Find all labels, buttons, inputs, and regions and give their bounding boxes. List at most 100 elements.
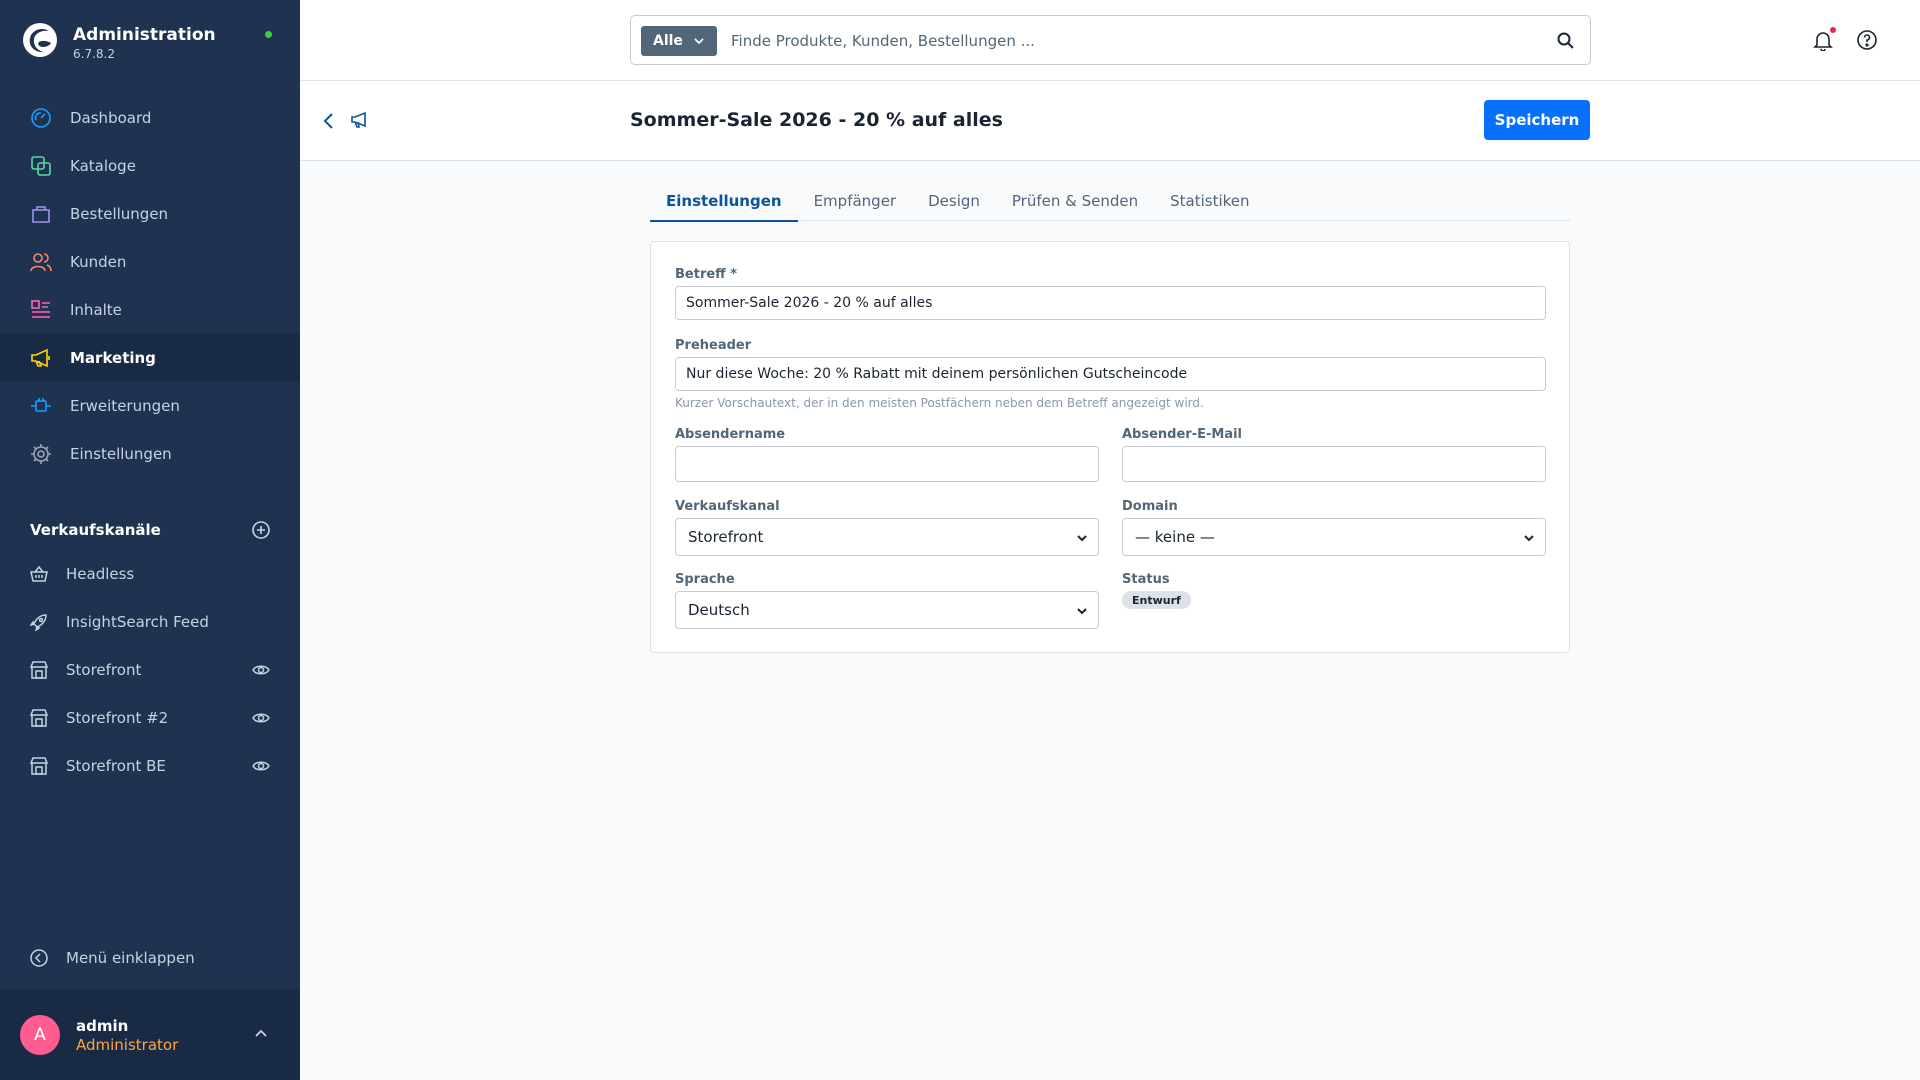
search-type-label: Alle: [653, 33, 683, 49]
sidebar-item-label: Marketing: [70, 349, 156, 367]
tab-pruefen-senden[interactable]: Prüfen & Senden: [996, 181, 1154, 221]
chevron-down-icon: [694, 38, 704, 45]
status-indicator: [265, 31, 272, 38]
content-list-icon: [30, 299, 52, 321]
eye-icon[interactable]: [252, 758, 270, 774]
brand: Administration 6.7.8.2: [22, 22, 298, 66]
app-title: Administration: [73, 25, 216, 45]
sidebar: Administration 6.7.8.2 Dashboard Katalog…: [0, 0, 300, 1080]
collapse-menu-label: Menü einklappen: [66, 949, 195, 967]
sidebar-item-label: Inhalte: [70, 301, 122, 319]
sidebar-item-label: Kataloge: [70, 157, 136, 175]
sender-name-input[interactable]: [675, 446, 1099, 482]
language-value: Deutsch: [688, 601, 750, 619]
domain-select[interactable]: — keine —: [1122, 518, 1546, 556]
help-icon[interactable]: [1856, 29, 1878, 51]
basket-icon: [30, 565, 48, 583]
sidebar-item-einstellungen[interactable]: Einstellungen: [0, 430, 300, 478]
user-name: admin: [76, 1017, 129, 1035]
eye-icon[interactable]: [252, 662, 270, 678]
status-badge: Entwurf: [1122, 591, 1191, 609]
dashboard-gauge-icon: [30, 107, 52, 129]
sales-channel-headless[interactable]: Headless: [0, 550, 300, 598]
app-version: 6.7.8.2: [73, 47, 115, 61]
sidebar-item-label: Erweiterungen: [70, 397, 180, 415]
settings-card: Betreff * Preheader Kurzer Vorschautext,…: [650, 241, 1570, 653]
storefront-icon: [30, 709, 48, 727]
notification-dot: [1830, 27, 1836, 33]
shopware-logo-icon: [23, 23, 57, 57]
sidebar-item-label: Einstellungen: [70, 445, 172, 463]
rocket-icon: [30, 613, 48, 631]
preheader-hint: Kurzer Vorschautext, der in den meisten …: [675, 396, 1204, 410]
sales-channel-storefront-2[interactable]: Storefront #2: [0, 694, 300, 742]
back-chevron-icon[interactable]: [320, 110, 338, 132]
sidebar-item-dashboard[interactable]: Dashboard: [0, 94, 300, 142]
sales-channel-select[interactable]: Storefront: [675, 518, 1099, 556]
top-bar: Alle: [300, 0, 1920, 81]
extensions-plug-icon: [30, 395, 52, 417]
sales-channel-label: Storefront BE: [66, 757, 166, 775]
sales-channel-insightsearch[interactable]: InsightSearch Feed: [0, 598, 300, 646]
sales-channel-storefront[interactable]: Storefront: [0, 646, 300, 694]
sender-name-label: Absendername: [675, 427, 786, 442]
sender-email-input[interactable]: [1122, 446, 1546, 482]
tab-statistiken[interactable]: Statistiken: [1154, 181, 1265, 221]
megaphone-icon: [351, 111, 366, 128]
page-title: Sommer-Sale 2026 - 20 % auf alles: [630, 109, 1003, 131]
subject-label: Betreff *: [675, 267, 738, 282]
preheader-label: Preheader: [675, 338, 752, 353]
sales-channel-label: Storefront #2: [66, 709, 169, 727]
sidebar-item-bestellungen[interactable]: Bestellungen: [0, 190, 300, 238]
campaign-tabs: Einstellungen Empfänger Design Prüfen & …: [650, 181, 1570, 222]
sales-channel-label: Headless: [66, 565, 135, 583]
subject-input[interactable]: [675, 286, 1546, 320]
eye-icon[interactable]: [252, 710, 270, 726]
sidebar-item-inhalte[interactable]: Inhalte: [0, 286, 300, 334]
sales-channels-title: Verkaufskanäle: [30, 521, 161, 539]
sales-channel-label: Storefront: [66, 661, 142, 679]
sales-channel-storefront-be[interactable]: Storefront BE: [0, 742, 300, 790]
language-label: Sprache: [675, 572, 735, 587]
language-select[interactable]: Deutsch: [675, 591, 1099, 629]
search-icon[interactable]: [1556, 31, 1576, 51]
sales-channels-header: Verkaufskanäle: [30, 520, 270, 540]
status-label: Status: [1122, 572, 1170, 587]
sidebar-item-label: Dashboard: [70, 109, 152, 127]
sales-channel-label: InsightSearch Feed: [66, 613, 209, 631]
add-sales-channel-icon[interactable]: [252, 521, 270, 539]
sidebar-item-marketing[interactable]: Marketing: [0, 334, 300, 382]
orders-bag-icon: [30, 203, 52, 225]
search-input[interactable]: [731, 26, 1531, 56]
sales-channels-list: Headless InsightSearch Feed Storefront S…: [0, 550, 300, 790]
user-role: Administrator: [76, 1036, 179, 1054]
storefront-icon: [30, 757, 48, 775]
avatar: A: [20, 1015, 60, 1055]
tab-empfaenger[interactable]: Empfänger: [798, 181, 913, 221]
sidebar-item-label: Kunden: [70, 253, 127, 271]
chevron-up-icon[interactable]: [253, 1026, 269, 1042]
sidebar-item-kunden[interactable]: Kunden: [0, 238, 300, 286]
global-search: Alle: [630, 15, 1591, 65]
sidebar-item-erweiterungen[interactable]: Erweiterungen: [0, 382, 300, 430]
domain-label: Domain: [1122, 499, 1178, 514]
tab-design[interactable]: Design: [912, 181, 996, 221]
collapse-chevron-icon: [30, 949, 48, 967]
search-type-dropdown[interactable]: Alle: [641, 26, 717, 56]
main-navigation: Dashboard Kataloge Bestellungen Kunden I…: [0, 94, 300, 478]
page-header: Sommer-Sale 2026 - 20 % auf alles Speich…: [300, 81, 1920, 161]
tab-einstellungen[interactable]: Einstellungen: [650, 181, 798, 222]
save-button[interactable]: Speichern: [1484, 100, 1590, 140]
preheader-input[interactable]: [675, 357, 1546, 391]
sidebar-item-label: Bestellungen: [70, 205, 169, 223]
sales-channel-value: Storefront: [688, 528, 764, 546]
storefront-icon: [30, 661, 48, 679]
chevron-down-icon: [1077, 535, 1087, 542]
domain-value: — keine —: [1135, 528, 1215, 546]
sales-channel-label: Verkaufskanal: [675, 499, 780, 514]
sidebar-item-kataloge[interactable]: Kataloge: [0, 142, 300, 190]
settings-gear-icon: [30, 443, 52, 465]
user-menu[interactable]: A admin Administrator: [0, 990, 300, 1080]
collapse-menu-button[interactable]: Menü einklappen: [30, 947, 195, 969]
catalog-layers-icon: [30, 155, 52, 177]
